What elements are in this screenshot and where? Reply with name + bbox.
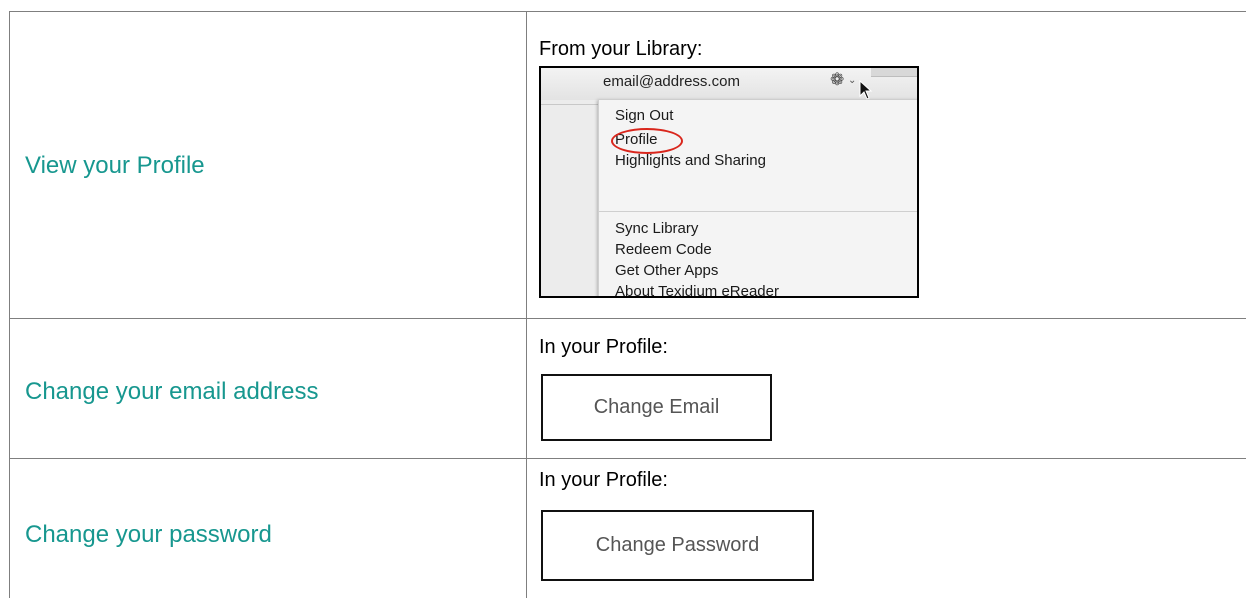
caption-in-profile-email: In your Profile:: [539, 336, 668, 358]
menu-item-about[interactable]: About Texidium eReader: [615, 283, 779, 296]
change-email-button[interactable]: Change Email: [541, 374, 772, 441]
task-change-password: Change your password: [25, 521, 272, 548]
gear-icon[interactable]: ❁: [830, 71, 844, 88]
row-divider-2: [9, 458, 1246, 459]
change-password-button[interactable]: Change Password: [541, 510, 814, 581]
table-border-top: [9, 11, 1246, 12]
menu-item-sync-library[interactable]: Sync Library: [615, 220, 698, 237]
menu-item-highlights-and-sharing[interactable]: Highlights and Sharing: [615, 152, 766, 169]
task-view-profile: View your Profile: [25, 152, 205, 179]
chevron-down-icon[interactable]: ⌄: [848, 75, 856, 86]
table-border-left: [9, 11, 10, 598]
column-divider: [526, 11, 527, 598]
task-change-email: Change your email address: [25, 378, 319, 405]
account-email: email@address.com: [603, 73, 740, 90]
menu-item-redeem-code[interactable]: Redeem Code: [615, 241, 712, 258]
menu-separator: [599, 211, 917, 212]
caption-in-profile-password: In your Profile:: [539, 469, 668, 491]
menu-item-sign-out[interactable]: Sign Out: [615, 107, 673, 124]
library-menu-screenshot: email@address.com ❁ ⌄ Sign Out Profile H…: [539, 66, 919, 298]
profile-highlight-circle: [611, 128, 683, 154]
account-bar-edge: [871, 68, 917, 77]
caption-from-library: From your Library:: [539, 38, 703, 60]
menu-item-get-other-apps[interactable]: Get Other Apps: [615, 262, 718, 279]
mouse-pointer-icon: [859, 80, 873, 100]
row-divider-1: [9, 318, 1246, 319]
